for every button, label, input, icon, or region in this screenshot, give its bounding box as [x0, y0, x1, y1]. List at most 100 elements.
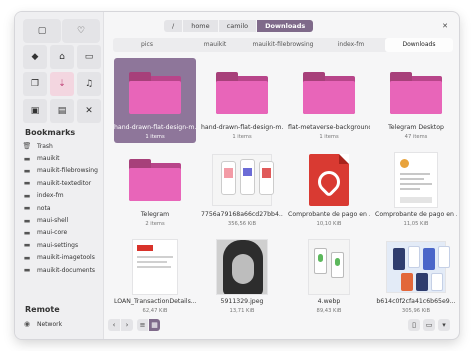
breadcrumb-downloads[interactable]: Downloads: [257, 20, 314, 32]
bookmarks-list: 🗑 Trash ▬ mauikit ▬ mauikit-filebrowsing ▬ m…: [21, 140, 101, 276]
close-button[interactable]: ✕: [439, 20, 451, 32]
app-screens-image: [386, 241, 450, 293]
sidebar-item-network[interactable]: ◉ Network: [21, 318, 101, 330]
tab-pics[interactable]: pics: [113, 38, 181, 52]
close-icon: ✕: [442, 22, 448, 30]
file-thumbnail: [386, 62, 446, 124]
sidebar-item-label: nota: [37, 204, 51, 212]
downloads-icon: ⇣: [58, 79, 66, 89]
sidebar-item-label: mauikit-documents: [37, 266, 96, 274]
folder-icon: ▬: [23, 228, 31, 237]
file-name: Telegram: [140, 211, 170, 218]
file-name: LOAN_TransactionDetails...: [114, 298, 196, 305]
breadcrumb-camilo[interactable]: camilo: [218, 20, 257, 32]
sidebar-item-maui-shell[interactable]: ▬ maui-shell: [21, 214, 101, 226]
heart-icon: ♡: [76, 26, 86, 36]
sidebar-item-label: mauikit: [37, 155, 60, 163]
sidebar-item-index-fm[interactable]: ▬ index-fm: [21, 190, 101, 202]
file-meta: 1 items: [145, 134, 165, 140]
menu-button[interactable]: ▾: [438, 319, 450, 331]
file-item-folder[interactable]: Telegram 2 items: [114, 145, 196, 230]
panel-toggle-button[interactable]: ▢: [23, 19, 61, 43]
file-item-image[interactable]: 5911329.jpeg 13,71 KiB: [201, 232, 283, 317]
folder-icon: [129, 72, 181, 114]
sidebar-item-label: maui-shell: [37, 217, 69, 225]
file-thumbnail: [212, 62, 272, 124]
sidebar-item-label: Trash: [37, 142, 53, 150]
file-item-image[interactable]: 7756a79168a66cd27bb4... 356,56 KiB: [201, 145, 283, 230]
sidebar-item-maui-core[interactable]: ▬ maui-core: [21, 227, 101, 239]
sidebar-item-maui-settings[interactable]: ▬ maui-settings: [21, 239, 101, 251]
file-thumbnail: [125, 236, 185, 298]
tab-downloads[interactable]: Downloads: [385, 38, 453, 52]
file-item-folder[interactable]: hand-drawn-flat-design-m... 1 items: [114, 58, 196, 143]
place-music[interactable]: ♫: [77, 72, 101, 96]
pdf-icon: [309, 154, 349, 206]
split-view-button[interactable]: ▯: [408, 319, 420, 331]
folder-icon: [216, 72, 268, 114]
pictures-icon: ▣: [30, 106, 40, 116]
place-downloads[interactable]: ⇣: [50, 72, 74, 96]
file-name: Telegram Desktop: [388, 124, 444, 131]
document-preview: [394, 152, 438, 208]
back-icon: ‹: [112, 321, 116, 329]
file-meta: 10,10 KiB: [316, 221, 342, 227]
place-pictures[interactable]: ▣: [23, 99, 47, 123]
file-grid: hand-drawn-flat-design-m... 1 items hand…: [110, 56, 459, 314]
tab-index-fm[interactable]: index-fm: [317, 38, 385, 52]
favorites-button[interactable]: ♡: [62, 19, 100, 43]
place-trash[interactable]: ✕: [77, 99, 101, 123]
terminal-button[interactable]: ▭: [423, 319, 435, 331]
folder-icon: ▬: [23, 179, 31, 188]
file-thumbnail: [299, 236, 359, 298]
file-name: 5911329.jpeg: [220, 298, 264, 305]
file-item-folder[interactable]: flat-metaverse-background 1 items: [288, 58, 370, 143]
tab-mauikit-filebrowsing[interactable]: mauikit-filebrowsing: [249, 38, 317, 52]
file-meta: 1 items: [232, 134, 252, 140]
file-manager-window: ▢ ♡ ◆ ⌂ ▭ ❐ ⇣ ♫ ▣ ▤ ✕ Bookmarks 🗑 Trash ▬…: [15, 12, 459, 339]
forward-button[interactable]: ›: [121, 319, 133, 331]
file-item-folder[interactable]: Telegram Desktop 47 items: [375, 58, 457, 143]
place-videos[interactable]: ▤: [50, 99, 74, 123]
videos-icon: ▤: [57, 106, 67, 116]
file-item-pdf[interactable]: Comprobante de pago en ... 10,10 KiB: [288, 145, 370, 230]
file-meta: 356,56 KiB: [227, 221, 257, 227]
file-thumbnail: [125, 149, 185, 211]
file-item-document[interactable]: LOAN_TransactionDetails... 62,47 KiB: [114, 232, 196, 317]
breadcrumb-home[interactable]: home: [183, 20, 218, 32]
sidebar-item-trash[interactable]: 🗑 Trash: [21, 140, 101, 152]
place-home[interactable]: ⌂: [50, 45, 74, 69]
file-item-document[interactable]: Comprobante de pago en ... 11,05 KiB: [375, 145, 457, 230]
file-name: 7756a79168a66cd27bb4...: [201, 211, 283, 218]
sidebar-item-nota[interactable]: ▬ nota: [21, 202, 101, 214]
breadcrumb-root[interactable]: /: [164, 20, 183, 32]
place-desktop[interactable]: ▭: [77, 45, 101, 69]
sidebar-item-mauikit-filebrowsing[interactable]: ▬ mauikit-filebrowsing: [21, 165, 101, 177]
place-documents[interactable]: ❐: [23, 72, 47, 96]
tab-bar: pics mauikit mauikit-filebrowsing index-…: [113, 38, 453, 52]
file-name: 4.webp: [317, 298, 341, 305]
home-icon: ⌂: [59, 52, 65, 62]
remote-heading: Remote: [25, 305, 60, 314]
sidebar-item-mauikit-documents[interactable]: ▬ mauikit-documents: [21, 264, 101, 276]
sidebar-item-label: Network: [37, 320, 63, 328]
file-item-image[interactable]: b614c0f2cfa41c6b65e9... 305,96 KiB: [375, 232, 457, 317]
sidebar-item-mauikit-texteditor[interactable]: ▬ mauikit-texteditor: [21, 177, 101, 189]
file-thumbnail: [299, 149, 359, 211]
file-name: b614c0f2cfa41c6b65e9...: [376, 298, 456, 305]
breadcrumb: / home camilo Downloads: [164, 20, 314, 32]
list-view-button[interactable]: ≡: [137, 319, 148, 331]
file-name: hand-drawn-flat-design-m...: [114, 124, 196, 131]
sidebar-item-mauikit-imagetools[interactable]: ▬ mauikit-imagetools: [21, 252, 101, 264]
tab-mauikit[interactable]: mauikit: [181, 38, 249, 52]
place-tags[interactable]: ◆: [23, 45, 47, 69]
sidebar-item-mauikit[interactable]: ▬ mauikit: [21, 152, 101, 164]
grid-view-button[interactable]: ▦: [149, 319, 160, 331]
file-item-image[interactable]: 4.webp 89,43 KiB: [288, 232, 370, 317]
folder-icon: ▬: [23, 204, 31, 213]
menu-icon: ▾: [442, 321, 446, 329]
file-item-folder[interactable]: hand-drawn-flat-design-m... 1 items: [201, 58, 283, 143]
file-thumbnail: [212, 149, 274, 211]
sidebar: ▢ ♡ ◆ ⌂ ▭ ❐ ⇣ ♫ ▣ ▤ ✕ Bookmarks 🗑 Trash ▬…: [15, 12, 104, 339]
back-button[interactable]: ‹: [108, 319, 120, 331]
